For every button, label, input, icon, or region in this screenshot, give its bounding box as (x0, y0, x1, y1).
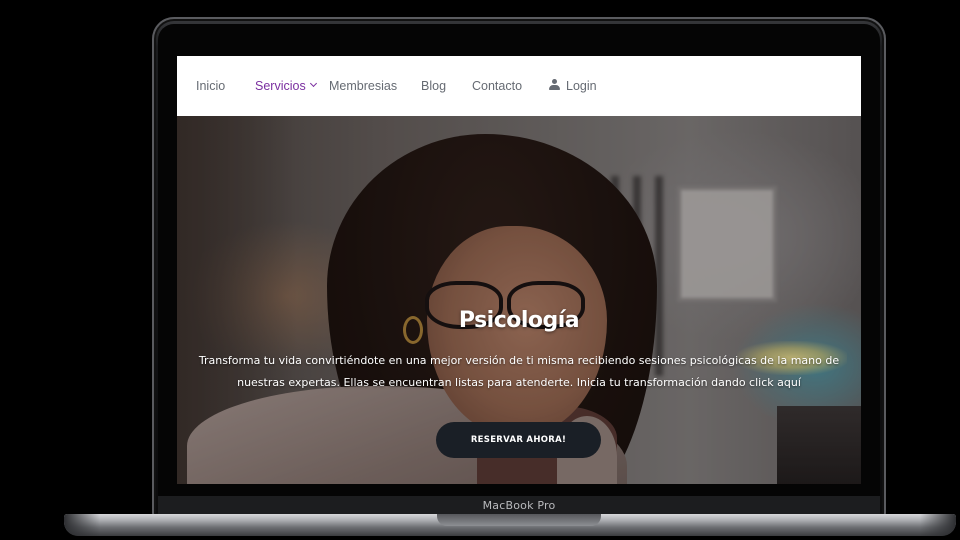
nav-item-membresias[interactable]: Membresias (329, 56, 397, 116)
hero-section: Psicología Transforma tu vida convirtién… (177, 116, 861, 484)
device-label: MacBook Pro (482, 499, 556, 512)
laptop-base-edge (64, 514, 100, 536)
nav-item-blog[interactable]: Blog (421, 56, 446, 116)
reservar-button[interactable]: RESERVAR AHORA! (436, 422, 601, 458)
hero-title: Psicología (458, 308, 580, 333)
laptop-opening-notch (437, 514, 601, 526)
browser-screen: Inicio Servicios Membresias Blog Contact… (177, 56, 861, 484)
stage: Inicio Servicios Membresias Blog Contact… (0, 0, 960, 540)
hero-description-line-1: Transforma tu vida convirtiéndote en una… (198, 354, 840, 367)
user-icon (549, 79, 560, 91)
login-label: Login (566, 79, 597, 93)
nav-item-contacto[interactable]: Contacto (472, 56, 522, 116)
navbar: Inicio Servicios Membresias Blog Contact… (177, 56, 861, 116)
laptop-base-edge (920, 514, 956, 536)
login-link[interactable]: Login (549, 56, 597, 116)
hero-description-line-2: nuestras expertas. Ellas se encuentran l… (237, 376, 801, 389)
chevron-down-icon (309, 79, 317, 88)
nav-item-servicios-label: Servicios (255, 79, 306, 93)
laptop-chin: MacBook Pro (158, 496, 880, 516)
hero-description: Transforma tu vida convirtiéndote en una… (197, 350, 841, 394)
nav-item-inicio[interactable]: Inicio (196, 56, 225, 116)
nav-item-servicios[interactable]: Servicios (255, 56, 317, 116)
